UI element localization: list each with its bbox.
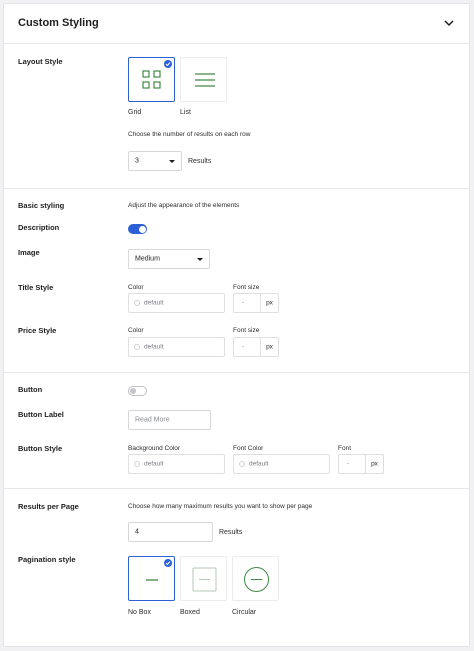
results-per-page-suffix: Results: [219, 529, 243, 536]
button-toggle[interactable]: [128, 386, 147, 396]
button-bg-color-label: Background Color: [128, 445, 181, 452]
caret-down-icon: [169, 159, 175, 163]
price-font-size-unit: px: [261, 337, 279, 357]
price-style-label: Price Style: [18, 326, 57, 335]
caret-down-icon: [197, 257, 203, 261]
pagination-style-label: Pagination style: [18, 555, 76, 564]
pagination-option-boxed-label: Boxed: [180, 609, 200, 616]
button-bg-color-picker[interactable]: default: [128, 454, 225, 474]
selected-check-icon: [164, 559, 172, 567]
circular-icon: [244, 567, 269, 592]
title-color-label: Color: [128, 284, 144, 291]
price-font-size-label: Font size: [233, 327, 260, 334]
divider: [4, 488, 469, 489]
divider: [4, 188, 469, 189]
panel-title: Custom Styling: [18, 17, 99, 29]
price-color-picker[interactable]: default: [128, 337, 225, 357]
layout-option-grid[interactable]: [128, 57, 175, 102]
basic-styling-label: Basic styling: [18, 201, 65, 210]
custom-styling-panel: Custom Styling Layout Style Grid List Ch…: [3, 3, 470, 647]
price-color-label: Color: [128, 327, 144, 334]
button-font-label: Font: [338, 445, 352, 452]
pagination-option-no-box[interactable]: [128, 556, 175, 601]
title-font-size-label: Font size: [233, 284, 260, 291]
image-size-select[interactable]: Medium: [128, 249, 210, 269]
divider: [4, 372, 469, 373]
button-font-size-unit: px: [366, 454, 384, 474]
button-label-input[interactable]: Read More: [128, 410, 211, 430]
button-label: Button: [18, 385, 43, 394]
button-style-label: Button Style: [18, 444, 63, 453]
description-toggle[interactable]: [128, 224, 147, 234]
color-swatch-icon: [239, 461, 245, 467]
list-icon: [195, 73, 215, 87]
no-box-icon: [146, 579, 158, 581]
button-font-size-input[interactable]: -: [338, 454, 366, 474]
columns-suffix: Results: [188, 158, 212, 165]
basic-styling-hint: Adjust the appearance of the elements: [128, 202, 240, 209]
color-swatch-icon: [134, 300, 140, 306]
pagination-option-boxed[interactable]: [180, 556, 227, 601]
title-style-label: Title Style: [18, 283, 54, 292]
button-label-label: Button Label: [18, 410, 64, 419]
boxed-icon: [192, 567, 217, 592]
results-per-page-input[interactable]: 4: [128, 522, 213, 542]
selected-check-icon: [164, 60, 172, 68]
layout-style-label: Layout Style: [18, 57, 63, 66]
button-font-color-picker[interactable]: default: [233, 454, 330, 474]
pagination-option-circular-label: Circular: [232, 609, 257, 616]
description-label: Description: [18, 223, 60, 232]
color-swatch-icon: [134, 344, 140, 350]
title-font-size-input[interactable]: -: [233, 293, 261, 313]
title-color-picker[interactable]: default: [128, 293, 225, 313]
pagination-option-circular[interactable]: [232, 556, 279, 601]
grid-icon: [142, 70, 161, 89]
image-label: Image: [18, 248, 40, 257]
price-font-size-input[interactable]: -: [233, 337, 261, 357]
layout-option-list-label: List: [180, 109, 191, 116]
panel-header[interactable]: Custom Styling: [4, 4, 469, 44]
pagination-option-no-box-label: No Box: [128, 609, 151, 616]
color-swatch-icon: [134, 461, 140, 467]
results-per-page-label: Results per Page: [18, 502, 79, 511]
columns-hint: Choose the number of results on each row: [128, 131, 251, 138]
columns-select[interactable]: 3: [128, 151, 182, 171]
button-font-color-label: Font Color: [233, 445, 264, 452]
layout-option-grid-label: Grid: [128, 109, 142, 116]
chevron-down-icon[interactable]: [443, 17, 455, 29]
layout-option-list[interactable]: [180, 57, 227, 102]
results-per-page-hint: Choose how many maximum results you want…: [128, 503, 313, 510]
title-font-size-unit: px: [261, 293, 279, 313]
